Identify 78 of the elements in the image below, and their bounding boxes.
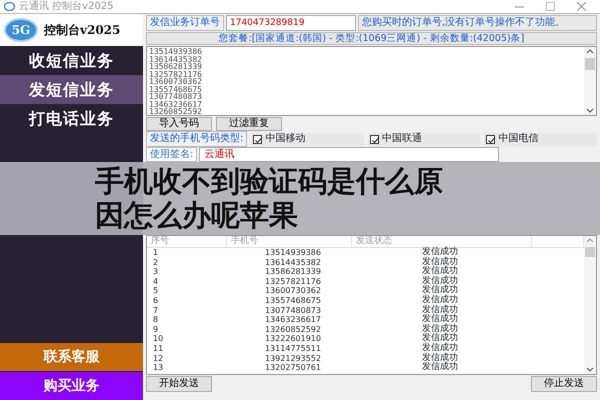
table-cell-text: 6	[152, 296, 160, 306]
table-cell-text: 发信成功	[421, 286, 459, 296]
table-cell-text: 发信成功	[421, 248, 459, 257]
logo-title: 控制台v2025	[44, 22, 120, 38]
checkbox[interactable]	[253, 134, 262, 144]
table-cell-text: 发信成功	[421, 354, 459, 363]
table-cell-text: 13	[152, 363, 164, 373]
table-cell-text: 7	[152, 306, 160, 316]
plan-info: 您套餐:[国家通道:(韩国) - 类型:(1069三网通) - 剩余数量:(42005)条]	[146, 32, 597, 45]
table-cell-text: 13463236617	[264, 315, 322, 325]
phone-number: 13586281339	[149, 63, 203, 70]
table-cell-text: 发信成功	[421, 344, 459, 353]
phone-list-field[interactable]: 13514939386 13614435382 13586281339 13257821176 13600730362 13557468675 13077480873 13463236617 13260852592	[146, 46, 597, 116]
phone-number: 13614435382	[149, 56, 203, 63]
phone-number: 13463236617	[149, 100, 203, 108]
phone-number: 13077480873	[149, 93, 203, 100]
table-cell-text: 13202750761	[264, 363, 322, 373]
table-cell-text: 13557468675	[264, 296, 322, 306]
caption-line: 因怎么办呢苹果	[95, 198, 298, 232]
phone-number: 13557468675	[149, 86, 203, 93]
table-cell-text: 11	[152, 344, 164, 354]
table-cell-text: 13586281339	[264, 267, 322, 277]
action-button[interactable]: 停止发送	[531, 376, 597, 392]
list-button[interactable]: 导入号码	[146, 117, 212, 131]
scrollbar[interactable]	[584, 47, 596, 115]
column-header: 发送状态	[352, 236, 532, 247]
table-cell-text: 发信成功	[421, 267, 459, 276]
table-cell-text: 2	[152, 258, 160, 268]
table-cell-text: 13222601910	[264, 334, 322, 344]
checkbox[interactable]	[370, 134, 379, 144]
table-cell-text: 13514939386	[264, 248, 322, 258]
table-cell-text: 发信成功	[421, 296, 459, 305]
carrier-label: 发送的手机号码类型:	[146, 131, 248, 147]
table-cell-text: 9	[152, 324, 160, 334]
sidebar-button[interactable]: 购买业务	[0, 372, 143, 400]
table-cell-text: 13600730362	[264, 286, 322, 296]
table-cell-text: 13257821176	[264, 276, 322, 286]
table-cell-text: 发信成功	[421, 334, 459, 344]
logo-badge: 5G	[4, 18, 38, 42]
phone-number: 13514939386	[149, 48, 203, 56]
signature-field[interactable]: 云通讯	[199, 147, 500, 162]
phone-number: 13260852592	[149, 108, 203, 116]
table-cell-text: 12	[152, 354, 164, 364]
table-cell-text: 5	[152, 286, 160, 296]
table-cell-text: 10	[152, 334, 164, 344]
table-cell-text: 发信成功	[421, 315, 459, 324]
order-field[interactable]: 1740473289819	[226, 15, 356, 31]
table-cell-text: 发信成功	[421, 276, 459, 286]
order-note: 您购买时的订单号,没有订单号操作不了功能。	[358, 15, 597, 31]
caption-line: 手机收不到验证码是什么原	[95, 164, 443, 198]
checkbox[interactable]	[486, 134, 496, 144]
table-cell-text: 发信成功	[421, 306, 459, 315]
scrollbar[interactable]	[584, 236, 596, 374]
table-cell-text: 3	[152, 267, 160, 277]
table-cell-text: 4	[152, 276, 160, 286]
phone-number: 13257821176	[149, 70, 203, 78]
table-cell-text: 13260852592	[264, 324, 322, 334]
action-button[interactable]: 开始发送	[146, 376, 212, 392]
order-label: 发信业务订单号	[146, 15, 224, 31]
table-cell-text: 发信成功	[421, 324, 459, 334]
phone-number: 13600730362	[149, 78, 203, 86]
close-icon[interactable]	[577, 2, 586, 11]
table-cell-text: 13921293552	[264, 354, 322, 364]
table-cell-text: 发信成功	[421, 363, 459, 373]
table-cell-text: 13114775511	[264, 344, 322, 354]
window-title: 云通讯 控制台v2025	[19, 0, 114, 12]
sidebar-button[interactable]: 联系客服	[0, 343, 143, 371]
sidebar-item[interactable]: 发短信业务	[0, 75, 143, 104]
table-cell-text: 1	[152, 248, 160, 258]
column-header: 序号	[147, 236, 227, 247]
table-cell-text: 13614435382	[264, 258, 322, 268]
table-cell-text: 8	[152, 315, 160, 325]
sidebar-item[interactable]: 收短信业务	[0, 46, 143, 75]
signature-label: 使用签名:	[146, 147, 198, 162]
sidebar-item[interactable]: 打电话业务	[0, 104, 143, 133]
table-cell-text: 发信成功	[421, 258, 459, 267]
table-cell-text: 13077480873	[264, 306, 322, 316]
list-button[interactable]: 过滤重复	[216, 117, 282, 131]
